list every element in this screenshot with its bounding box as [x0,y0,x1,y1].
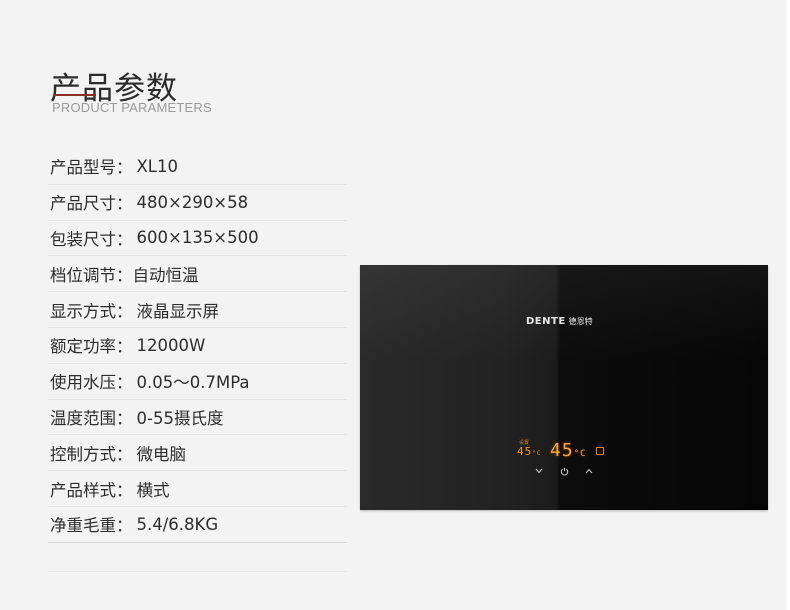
param-label: 净重毛重： [50,516,133,536]
param-value: 0-55摄氏度 [136,408,224,428]
parameter-list: 产品型号： XL10 产品尺寸： 480×290×58 包装尺寸： 600×13… [48,149,347,572]
param-value: XL10 [136,156,179,176]
param-label: 档位调节： [50,265,133,285]
touch-controls [534,466,594,476]
param-label: 产品样式： [50,480,133,500]
param-value: 液晶显示屏 [136,301,220,321]
current-temperature: 45°C [550,440,587,461]
chevron-up-icon[interactable] [584,466,594,476]
param-value: 0.05〜0.7MPa [136,373,250,393]
chevron-down-icon[interactable] [534,466,544,476]
temperature-display: 设置 45°C 45°C [517,439,617,461]
param-label: 控制方式： [50,444,133,464]
param-value: 600×135×500 [136,228,259,248]
param-value: 480×290×58 [136,192,249,212]
param-row-model: 产品型号： XL10 [48,149,347,185]
page-edge [784,0,790,610]
power-icon[interactable] [559,466,569,476]
param-label: 额定功率： [50,337,133,357]
set-temperature-value: 45 [517,445,533,458]
temperature-unit: °C [532,450,542,457]
param-row-control: 控制方式： 微电脑 [48,435,347,472]
param-value: 自动恒温 [132,265,199,285]
param-label: 显示方式： [50,301,133,321]
param-value: 横式 [136,480,170,500]
param-label: 温度范围： [50,408,133,428]
current-temperature-value: 45 [550,440,574,461]
param-label: 使用水压： [50,373,133,393]
title-accent-bar [53,94,96,96]
param-value: 5.4/6.8KG [136,514,219,534]
param-label: 产品尺寸： [50,194,133,214]
param-row-gear: 档位调节： 自动恒温 [48,256,347,293]
param-label: 包装尺寸： [50,229,133,249]
param-row-weight: 净重毛重： 5.4/6.8KG [48,507,347,543]
param-value: 12000W [136,335,206,355]
brand-logo: DENTE 德恩特 [526,316,593,327]
list-divider [48,543,347,572]
param-row-temperature: 温度范围： 0-55摄氏度 [48,400,347,436]
temperature-unit: °C [573,449,587,459]
param-row-power: 额定功率： 12000W [48,328,347,364]
param-label: 产品型号： [50,158,133,178]
param-row-display: 显示方式： 液晶显示屏 [48,292,347,328]
param-row-style: 产品样式： 横式 [48,471,347,507]
brand-name-en: DENTE [526,316,566,327]
set-temperature: 45°C [517,445,541,458]
page-subtitle: PRODUCT PARAMETERS [52,100,212,115]
param-row-package-size: 包装尺寸： 600×135×500 [48,221,347,257]
param-value: 微电脑 [136,444,187,464]
product-image-water-heater: DENTE 德恩特 设置 45°C 45°C [360,265,768,510]
brand-name-zh: 德恩特 [568,317,593,326]
param-row-pressure: 使用水压： 0.05〜0.7MPa [48,364,347,400]
param-row-size: 产品尺寸： 480×290×58 [48,185,347,221]
mode-icon [596,447,604,455]
